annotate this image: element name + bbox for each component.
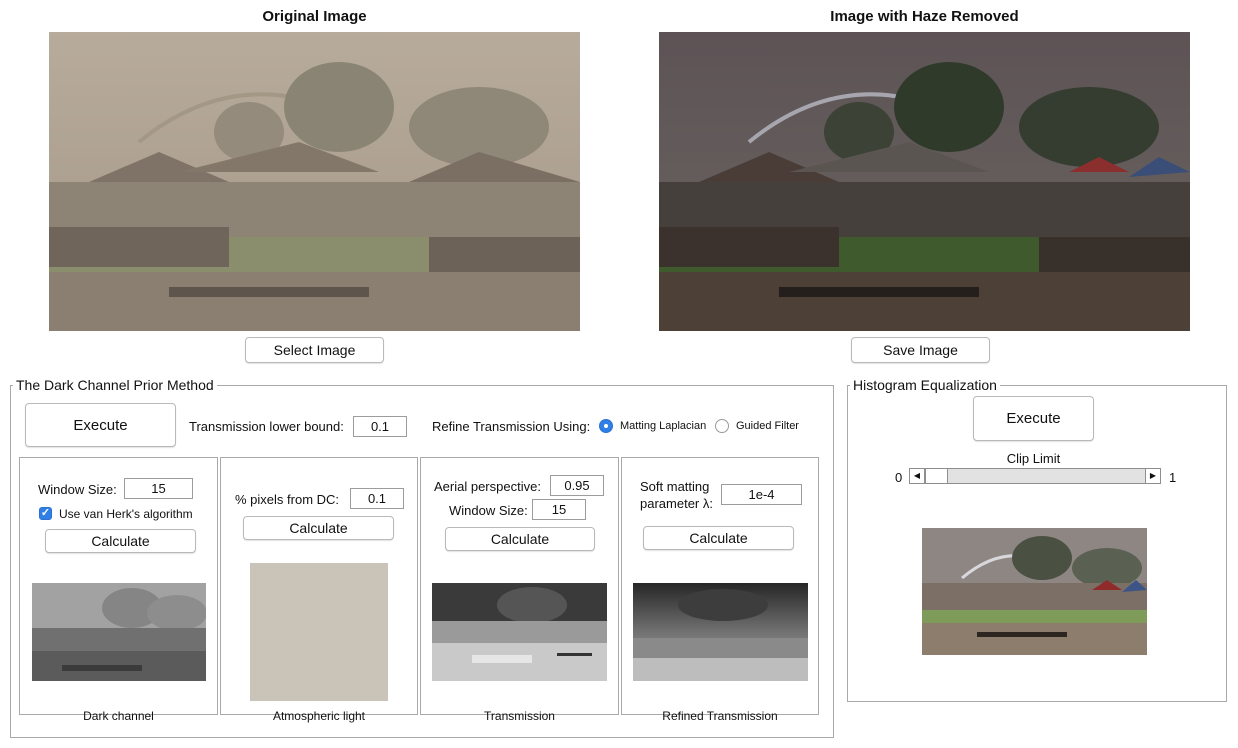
- atmospheric-light-caption: Atmospheric light: [272, 709, 366, 723]
- dc-window-size-label: Window Size:: [38, 482, 117, 497]
- clip-max-label: 1: [1169, 470, 1177, 485]
- matting-laplacian-radio[interactable]: [599, 419, 613, 433]
- transmission-calculate-button[interactable]: Calculate: [445, 527, 595, 551]
- arrow-right-icon[interactable]: ▶: [1145, 469, 1160, 483]
- guided-filter-label[interactable]: Guided Filter: [736, 420, 799, 432]
- tr-window-size-label: Window Size:: [449, 503, 528, 518]
- vanherk-checkbox-label[interactable]: Use van Herk's algorithm: [59, 507, 193, 521]
- slider-thumb[interactable]: [925, 469, 948, 483]
- histeq-result-image: [922, 528, 1147, 655]
- dark-channel-caption: Dark channel: [83, 709, 154, 723]
- soft-matting-label-line2: parameter λ:: [640, 496, 713, 511]
- clip-min-label: 0: [895, 470, 903, 485]
- refined-transmission-caption: Refined Transmission: [662, 709, 778, 723]
- clip-limit-label: Clip Limit: [1006, 451, 1061, 466]
- pixels-from-dc-label: % pixels from DC:: [235, 492, 340, 507]
- original-image-title: Original Image: [262, 8, 367, 25]
- dehazed-image: [659, 32, 1190, 331]
- transmission-image: [432, 583, 607, 681]
- dc-window-size-field[interactable]: [124, 478, 193, 499]
- guided-filter-radio[interactable]: [715, 419, 729, 433]
- original-image: [49, 32, 580, 331]
- matting-laplacian-label[interactable]: Matting Laplacian: [620, 420, 706, 432]
- atmospheric-calculate-button[interactable]: Calculate: [243, 516, 394, 540]
- refined-transmission-image: [633, 583, 808, 681]
- soft-matting-lambda-field[interactable]: [721, 484, 802, 505]
- histeq-panel-title: Histogram Equalization: [850, 377, 1000, 393]
- refine-label: Refine Transmission Using:: [432, 419, 591, 434]
- soft-matting-label-line1: Soft matting: [640, 479, 710, 494]
- select-image-button[interactable]: Select Image: [245, 337, 384, 363]
- dehazed-image-title: Image with Haze Removed: [830, 8, 1019, 25]
- checkmark-icon[interactable]: ✓: [39, 507, 52, 520]
- dark-channel-image: [32, 583, 206, 681]
- refined-calculate-button[interactable]: Calculate: [643, 526, 794, 550]
- atmospheric-light-swatch: [250, 563, 388, 701]
- histeq-execute-button[interactable]: Execute: [973, 396, 1094, 441]
- transmission-caption: Transmission: [484, 709, 555, 723]
- lower-bound-label: Transmission lower bound:: [189, 419, 344, 434]
- dcp-execute-button[interactable]: Execute: [25, 403, 176, 447]
- lower-bound-field[interactable]: [353, 416, 407, 437]
- aerial-perspective-field[interactable]: [550, 475, 604, 496]
- arrow-left-icon[interactable]: ◀: [910, 469, 925, 483]
- dark-channel-calculate-button[interactable]: Calculate: [45, 529, 196, 553]
- aerial-perspective-label: Aerial perspective:: [434, 479, 541, 494]
- clip-limit-slider[interactable]: ◀ ▶: [909, 468, 1161, 484]
- dcp-panel-title: The Dark Channel Prior Method: [13, 377, 217, 393]
- save-image-button[interactable]: Save Image: [851, 337, 990, 363]
- pixels-from-dc-field[interactable]: [350, 488, 404, 509]
- tr-window-size-field[interactable]: [532, 499, 586, 520]
